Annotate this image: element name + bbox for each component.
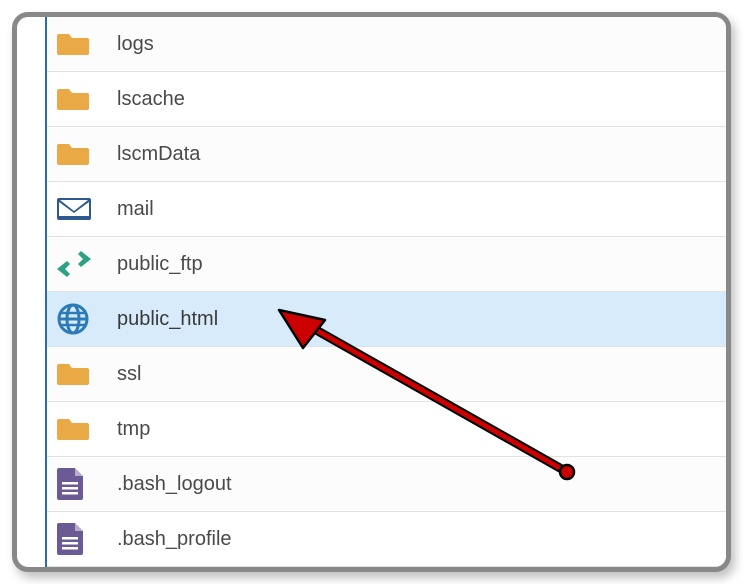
file-name: .bash_logout	[117, 473, 232, 496]
folder-icon	[57, 141, 103, 167]
list-item[interactable]: lscmData	[47, 127, 726, 182]
transfer-icon	[57, 251, 103, 277]
file-name: logs	[117, 33, 154, 56]
list-item[interactable]: ssl	[47, 347, 726, 402]
list-item[interactable]: tmp	[47, 402, 726, 457]
list-item[interactable]: lscache	[47, 72, 726, 127]
file-name: lscmData	[117, 143, 200, 166]
file-name: mail	[117, 198, 154, 221]
folder-icon	[57, 416, 103, 442]
file-manager-panel: logs lscache lscmData mail public_ftp	[12, 12, 731, 572]
document-icon	[57, 523, 103, 555]
list-item[interactable]: logs	[47, 17, 726, 72]
file-name: public_html	[117, 308, 218, 331]
file-name: tmp	[117, 418, 150, 441]
file-list: logs lscache lscmData mail public_ftp	[45, 17, 726, 567]
document-icon	[57, 468, 103, 500]
file-name: public_ftp	[117, 253, 203, 276]
list-item[interactable]: mail	[47, 182, 726, 237]
folder-icon	[57, 86, 103, 112]
list-item[interactable]: public_html	[47, 292, 726, 347]
folder-icon	[57, 361, 103, 387]
folder-icon	[57, 31, 103, 57]
list-item[interactable]: public_ftp	[47, 237, 726, 292]
list-item[interactable]: .bash_logout	[47, 457, 726, 512]
file-name: ssl	[117, 363, 141, 386]
list-item[interactable]: .bash_profile	[47, 512, 726, 567]
file-name: lscache	[117, 88, 185, 111]
mail-icon	[57, 196, 103, 222]
file-name: .bash_profile	[117, 528, 232, 551]
globe-icon	[57, 303, 103, 335]
